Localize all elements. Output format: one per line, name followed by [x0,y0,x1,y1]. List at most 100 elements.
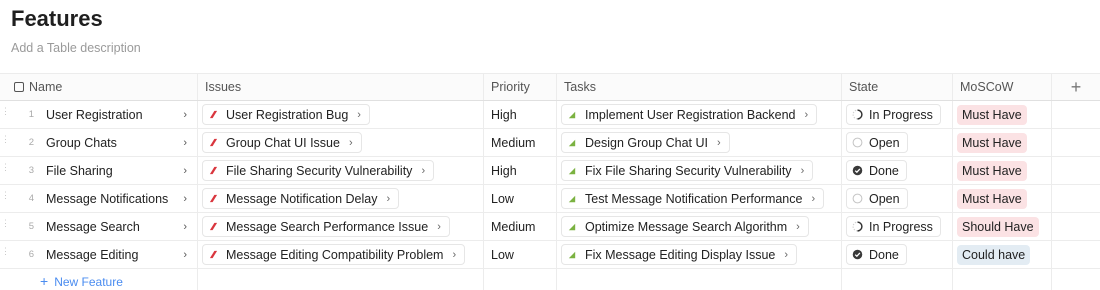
tasks-cell[interactable]: Test Message Notification Performance › [557,185,842,212]
name-cell[interactable]: ⋮ 2 Group Chats › [0,129,198,156]
tasks-cell[interactable]: Fix File Sharing Security Vulnerability … [557,157,842,184]
chevron-right-icon[interactable]: › [183,249,187,261]
priority-cell[interactable]: High [484,101,557,128]
state-chip[interactable]: In Progress [846,104,941,125]
moscow-cell[interactable]: Must Have [953,129,1052,156]
chevron-right-icon: › [811,192,816,205]
tasks-cell[interactable]: Implement User Registration Backend › [557,101,842,128]
task-link-chip[interactable]: Fix File Sharing Security Vulnerability … [561,160,814,181]
chevron-right-icon[interactable]: › [183,165,187,177]
moscow-badge[interactable]: Could have [957,244,1031,265]
task-link-chip[interactable]: Design Group Chat UI › [561,132,730,153]
issue-link-chip[interactable]: Group Chat UI Issue › [202,132,362,153]
table-row[interactable]: ⋮ 2 Group Chats › Group Chat UI Issue › … [0,129,1100,157]
empty-cell [1052,241,1100,268]
page-title: Features [11,6,103,31]
state-chip[interactable]: Open [846,188,908,209]
issue-link-chip[interactable]: User Registration Bug › [202,104,370,125]
drag-handle-icon[interactable]: ⋮ [1,135,10,148]
drag-handle-icon[interactable]: ⋮ [1,191,10,204]
moscow-badge[interactable]: Must Have [957,188,1027,209]
column-header-state[interactable]: State [842,74,953,100]
chevron-right-icon[interactable]: › [183,109,187,121]
checkbox-icon[interactable] [14,82,24,92]
table-row[interactable]: ⋮ 1 User Registration › User Registratio… [0,101,1100,129]
task-link-chip[interactable]: Test Message Notification Performance › [561,188,825,209]
state-cell[interactable]: In Progress [842,101,953,128]
column-header-moscow[interactable]: MoSCoW [953,74,1052,100]
priority-cell[interactable]: Low [484,241,557,268]
chevron-right-icon[interactable]: › [183,137,187,149]
chevron-right-icon: › [800,164,805,177]
state-label: Open [869,135,900,150]
column-header-priority[interactable]: Priority [484,74,557,100]
task-link-chip[interactable]: Fix Message Editing Display Issue › [561,244,798,265]
name-cell[interactable]: ⋮ 5 Message Search › [0,213,198,240]
task-icon [568,223,576,230]
name-cell[interactable]: ⋮ 1 User Registration › [0,101,198,128]
table-row[interactable]: ⋮ 6 Message Editing › Message Editing Co… [0,241,1100,269]
chevron-right-icon[interactable]: › [183,193,187,205]
issues-cell[interactable]: File Sharing Security Vulnerability › [198,157,484,184]
issue-title: User Registration Bug [226,107,349,122]
moscow-cell[interactable]: Could have [953,241,1052,268]
row-number: 6 [28,249,34,260]
issue-link-chip[interactable]: Message Editing Compatibility Problem › [202,244,466,265]
check-circle-icon [852,165,863,176]
moscow-badge[interactable]: Must Have [957,104,1027,125]
name-cell[interactable]: ⋮ 3 File Sharing › [0,157,198,184]
task-link-chip[interactable]: Implement User Registration Backend › [561,104,818,125]
new-feature-button[interactable]: + New Feature [0,269,198,290]
priority-cell[interactable]: Low [484,185,557,212]
issues-cell[interactable]: User Registration Bug › [198,101,484,128]
moscow-cell[interactable]: Must Have [953,185,1052,212]
name-cell[interactable]: ⋮ 4 Message Notifications › [0,185,198,212]
state-cell[interactable]: In Progress [842,213,953,240]
state-chip[interactable]: Done [846,160,907,181]
issues-cell[interactable]: Message Notification Delay › [198,185,484,212]
moscow-badge[interactable]: Must Have [957,132,1027,153]
moscow-badge[interactable]: Must Have [957,160,1027,181]
issues-cell[interactable]: Message Editing Compatibility Problem › [198,241,484,268]
column-header-name[interactable]: Name [0,74,198,100]
add-column-button[interactable]: + [1052,74,1100,100]
issue-link-chip[interactable]: File Sharing Security Vulnerability › [202,160,435,181]
issue-link-chip[interactable]: Message Notification Delay › [202,188,400,209]
priority-cell[interactable]: Medium [484,213,557,240]
column-header-issues[interactable]: Issues [198,74,484,100]
priority-cell[interactable]: Medium [484,129,557,156]
priority-value: Medium [491,135,536,150]
state-cell[interactable]: Done [842,157,953,184]
issues-cell[interactable]: Group Chat UI Issue › [198,129,484,156]
issue-icon [209,194,218,203]
chevron-right-icon: › [804,108,809,121]
table-description-input[interactable]: Add a Table description [11,41,141,55]
drag-handle-icon[interactable]: ⋮ [1,247,10,260]
moscow-cell[interactable]: Must Have [953,101,1052,128]
moscow-cell[interactable]: Should Have [953,213,1052,240]
drag-handle-icon[interactable]: ⋮ [1,163,10,176]
chevron-right-icon[interactable]: › [183,221,187,233]
state-chip[interactable]: Open [846,132,908,153]
column-header-tasks[interactable]: Tasks [557,74,842,100]
state-chip[interactable]: In Progress [846,216,941,237]
task-link-chip[interactable]: Optimize Message Search Algorithm › [561,216,809,237]
tasks-cell[interactable]: Optimize Message Search Algorithm › [557,213,842,240]
drag-handle-icon[interactable]: ⋮ [1,219,10,232]
issue-link-chip[interactable]: Message Search Performance Issue › [202,216,450,237]
state-cell[interactable]: Open [842,185,953,212]
drag-handle-icon[interactable]: ⋮ [1,107,10,120]
moscow-cell[interactable]: Must Have [953,157,1052,184]
table-row[interactable]: ⋮ 5 Message Search › Message Search Perf… [0,213,1100,241]
priority-cell[interactable]: High [484,157,557,184]
name-cell[interactable]: ⋮ 6 Message Editing › [0,241,198,268]
tasks-cell[interactable]: Fix Message Editing Display Issue › [557,241,842,268]
issues-cell[interactable]: Message Search Performance Issue › [198,213,484,240]
state-chip[interactable]: Done [846,244,907,265]
state-cell[interactable]: Open [842,129,953,156]
moscow-badge[interactable]: Should Have [957,216,1039,237]
table-row[interactable]: ⋮ 3 File Sharing › File Sharing Security… [0,157,1100,185]
tasks-cell[interactable]: Design Group Chat UI › [557,129,842,156]
table-row[interactable]: ⋮ 4 Message Notifications › Message Noti… [0,185,1100,213]
state-cell[interactable]: Done [842,241,953,268]
